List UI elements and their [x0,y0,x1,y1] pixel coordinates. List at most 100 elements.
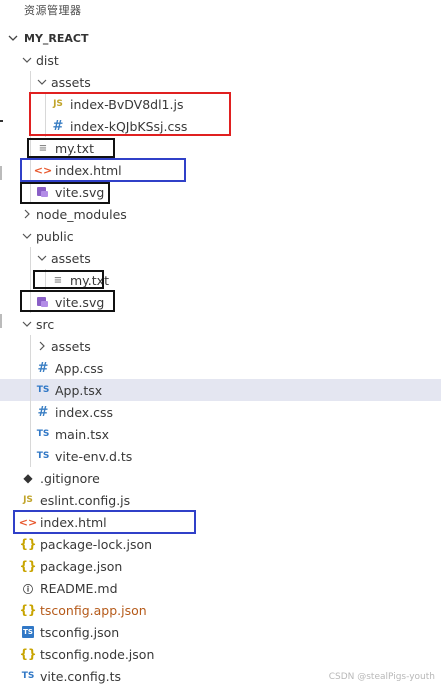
indent-guide [30,269,31,291]
indent-guide [30,357,31,379]
tree-item-label: .gitignore [40,470,100,486]
folder-row[interactable]: dist [0,49,441,71]
indent-guide [30,181,31,203]
file-row[interactable]: TS vite-env.d.ts [0,445,441,467]
text-file-icon: ≡ [53,274,63,286]
folder-row[interactable]: public [0,225,441,247]
file-row[interactable]: # index-kQJbKSsj.css [0,115,441,137]
tree-item-label: index.html [40,514,107,530]
typescript-file-icon: TS [21,671,35,681]
file-row[interactable]: ⓘ README.md [0,577,441,599]
chevron-down-icon[interactable] [20,231,34,241]
tree-item-label: index-kQJbKSsj.css [70,118,188,134]
file-row[interactable]: TS App.tsx [0,379,441,401]
tree-item-label: vite-env.d.ts [55,448,133,464]
javascript-file-icon: JS [23,495,33,505]
file-tree: dist assets JS index-BvDV8dl1.js # index-kQJb… [0,49,441,687]
file-row[interactable]: TS tsconfig.json [0,621,441,643]
indent-guide [45,269,46,291]
indent-guide [45,93,46,115]
file-row[interactable]: {} tsconfig.app.json [0,599,441,621]
file-row[interactable]: <> index.html [0,159,441,181]
chevron-down-icon[interactable] [20,319,34,329]
indent-guide [30,445,31,467]
tree-item-label: tsconfig.app.json [40,602,147,618]
project-name: MY_REACT [24,31,89,45]
tree-item-label: App.tsx [55,382,103,398]
folder-row[interactable]: assets [0,71,441,93]
file-row[interactable]: JS index-BvDV8dl1.js [0,93,441,115]
chevron-down-icon [8,33,20,43]
tree-item-label: index.css [55,404,114,420]
tsconfig-icon: TS [22,626,34,638]
file-row[interactable]: <> index.html [0,511,441,533]
indent-guide [30,335,31,357]
file-row[interactable]: ≡ my.txt [0,269,441,291]
tree-item-label: assets [51,74,91,90]
indent-guide [30,423,31,445]
file-row[interactable]: vite.svg [0,291,441,313]
tree-item-label: README.md [40,580,118,596]
tree-item-label: vite.svg [55,294,105,310]
edge-mark [0,314,2,328]
svg-file-icon [35,294,51,310]
file-row[interactable]: TS main.tsx [0,423,441,445]
typescript-file-icon: TS [36,451,50,461]
tree-item-label: index-BvDV8dl1.js [70,96,184,112]
explorer-title: 资源管理器 [24,4,82,17]
chevron-down-icon[interactable] [35,253,49,263]
tree-item-label: index.html [55,162,122,178]
tree-item-label: assets [51,250,91,266]
folder-row[interactable]: assets [0,247,441,269]
file-row[interactable]: ≡ my.txt [0,137,441,159]
file-row[interactable]: JS eslint.config.js [0,489,441,511]
json-file-icon: {} [19,559,37,573]
file-row[interactable]: {} package.json [0,555,441,577]
tree-item-label: App.css [55,360,104,376]
chevron-right-icon[interactable] [35,341,49,351]
indent-guide [30,379,31,401]
tree-item-label: public [36,228,74,244]
tree-item-label: vite.svg [55,184,105,200]
tree-item-label: my.txt [70,272,109,288]
file-row[interactable]: {} package-lock.json [0,533,441,555]
typescript-file-icon: TS [36,429,50,439]
file-row[interactable]: vite.svg [0,181,441,203]
json-file-icon: {} [19,603,37,617]
tree-item-label: package.json [40,558,123,574]
tree-item-label: main.tsx [55,426,110,442]
json-file-icon: {} [19,537,37,551]
indent-guide [30,291,31,313]
indent-guide [30,71,31,93]
folder-row[interactable]: assets [0,335,441,357]
chevron-right-icon[interactable] [20,209,34,219]
tree-item-label: tsconfig.node.json [40,646,155,662]
file-row[interactable]: {} tsconfig.node.json [0,643,441,665]
indent-guide [30,93,31,115]
tree-item-label: vite.config.ts [40,668,122,684]
tree-item-label: node_modules [36,206,127,222]
folder-row[interactable]: src [0,313,441,335]
tree-item-label: my.txt [55,140,94,156]
indent-guide [30,137,31,159]
chevron-down-icon[interactable] [20,55,34,65]
project-section-header[interactable]: MY_REACT [8,27,89,49]
watermark: CSDN @stealPigs-youth [328,672,435,682]
readme-info-icon: ⓘ [23,584,33,596]
folder-row[interactable]: node_modules [0,203,441,225]
tree-item-label: package-lock.json [40,536,153,552]
file-row[interactable]: # index.css [0,401,441,423]
javascript-file-icon: JS [53,99,63,109]
file-row[interactable]: # App.css [0,357,441,379]
indent-guide [30,247,31,269]
css-file-icon: # [37,404,49,420]
tree-item-label: dist [36,52,59,68]
indent-guide [30,401,31,423]
chevron-down-icon[interactable] [35,77,49,87]
indent-guide [30,115,31,137]
tree-item-label: src [36,316,55,332]
typescript-file-icon: TS [36,385,50,395]
css-file-icon: # [52,118,64,134]
json-file-icon: {} [19,647,37,661]
file-row[interactable]: ◆ .gitignore [0,467,441,489]
